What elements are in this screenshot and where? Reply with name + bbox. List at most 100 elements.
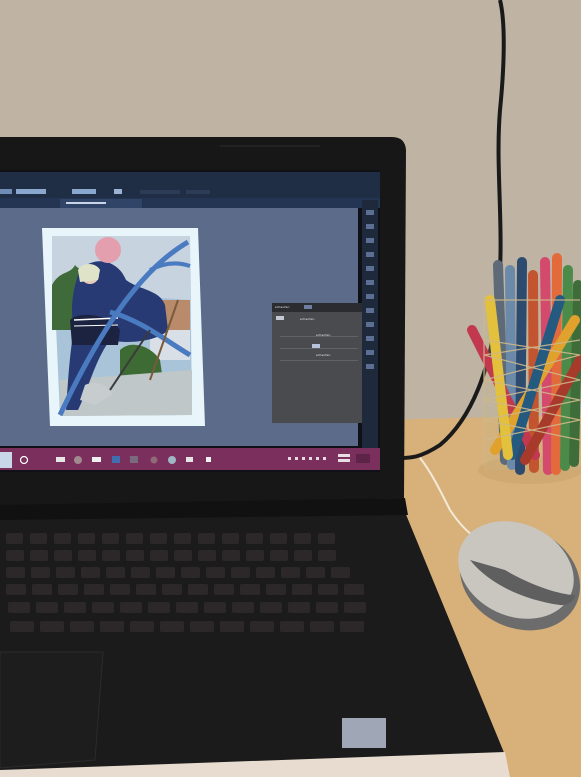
keyboard-key[interactable]: [294, 533, 311, 544]
keyboard-key[interactable]: [150, 550, 168, 561]
keyboard-key[interactable]: [130, 621, 154, 632]
keyboard-key[interactable]: [190, 621, 214, 632]
keyboard-key[interactable]: [310, 621, 334, 632]
keyboard-key[interactable]: [56, 567, 75, 578]
keyboard-key[interactable]: [32, 584, 52, 595]
keyboard-key[interactable]: [294, 550, 312, 561]
keyboard-key[interactable]: [84, 584, 104, 595]
keyboard-key[interactable]: [102, 550, 120, 561]
keyboard-key[interactable]: [6, 584, 26, 595]
keyboard-key[interactable]: [344, 584, 364, 595]
keyboard-key[interactable]: [231, 567, 250, 578]
keyboard-key[interactable]: [148, 602, 170, 613]
start-icon[interactable]: [0, 452, 12, 468]
keyboard-key[interactable]: [206, 567, 225, 578]
keyboard-key[interactable]: [126, 533, 143, 544]
keyboard-key[interactable]: [188, 584, 208, 595]
keyboard-key[interactable]: [6, 567, 25, 578]
keyboard-key[interactable]: [270, 550, 288, 561]
keyboard-key[interactable]: [340, 621, 364, 632]
tool-icon[interactable]: [366, 210, 374, 215]
keyboard-key[interactable]: [240, 584, 260, 595]
keyboard-key[interactable]: [220, 621, 244, 632]
keyboard-key[interactable]: [344, 602, 366, 613]
panel-row-label-2: schaufen: [316, 353, 331, 357]
keyboard-key[interactable]: [162, 584, 182, 595]
tool-icon[interactable]: [366, 336, 374, 341]
tool-icon[interactable]: [366, 280, 374, 285]
keyboard-key[interactable]: [204, 602, 226, 613]
keyboard-key[interactable]: [6, 550, 24, 561]
photo-document[interactable]: [42, 228, 205, 426]
keyboard-key[interactable]: [174, 550, 192, 561]
keyboard-key[interactable]: [174, 533, 191, 544]
tool-icon[interactable]: [366, 364, 374, 369]
keyboard-key[interactable]: [232, 602, 254, 613]
touchpad[interactable]: [0, 651, 104, 769]
keyboard-key[interactable]: [64, 602, 86, 613]
keyboard-key[interactable]: [81, 567, 100, 578]
keyboard-key[interactable]: [246, 550, 264, 561]
keyboard-key[interactable]: [156, 567, 175, 578]
keyboard-key[interactable]: [30, 533, 47, 544]
keyboard-key[interactable]: [222, 533, 239, 544]
tool-icon[interactable]: [366, 224, 374, 229]
keyboard-key[interactable]: [106, 567, 125, 578]
keyboard-key[interactable]: [318, 550, 336, 561]
keyboard-key[interactable]: [198, 533, 215, 544]
keyboard-key[interactable]: [92, 602, 114, 613]
tool-icon[interactable]: [366, 308, 374, 313]
keyboard-key[interactable]: [331, 567, 350, 578]
keyboard-key[interactable]: [222, 550, 240, 561]
keyboard-key[interactable]: [8, 602, 30, 613]
keyboard-key[interactable]: [198, 550, 216, 561]
keyboard-key[interactable]: [250, 621, 274, 632]
tool-icon[interactable]: [366, 322, 374, 327]
keyboard-key[interactable]: [246, 533, 263, 544]
keyboard-key[interactable]: [214, 584, 234, 595]
keyboard-key[interactable]: [260, 602, 282, 613]
keyboard-key[interactable]: [36, 602, 58, 613]
keyboard-key[interactable]: [54, 550, 72, 561]
keyboard-key[interactable]: [40, 621, 64, 632]
keyboard-key[interactable]: [131, 567, 150, 578]
keyboard-key[interactable]: [318, 584, 338, 595]
tool-icon[interactable]: [366, 294, 374, 299]
keyboard-key[interactable]: [31, 567, 50, 578]
keyboard-key[interactable]: [256, 567, 275, 578]
keyboard-key[interactable]: [110, 584, 130, 595]
keyboard-key[interactable]: [292, 584, 312, 595]
sticker: [342, 718, 386, 748]
keyboard-key[interactable]: [306, 567, 325, 578]
keyboard-key[interactable]: [288, 602, 310, 613]
keyboard-key[interactable]: [126, 550, 144, 561]
keyboard-key[interactable]: [281, 567, 300, 578]
keyboard-key[interactable]: [318, 533, 335, 544]
keyboard-key[interactable]: [10, 621, 34, 632]
tool-icon[interactable]: [366, 238, 374, 243]
keyboard-key[interactable]: [6, 533, 23, 544]
keyboard-key[interactable]: [280, 621, 304, 632]
keyboard-key[interactable]: [100, 621, 124, 632]
keyboard-key[interactable]: [270, 533, 287, 544]
keyboard-key[interactable]: [136, 584, 156, 595]
keyboard-key[interactable]: [316, 602, 338, 613]
panel-heading: schaufen: [300, 317, 315, 321]
keyboard-key[interactable]: [70, 621, 94, 632]
tool-icon[interactable]: [366, 350, 374, 355]
tool-icon[interactable]: [366, 252, 374, 257]
keyboard-key[interactable]: [54, 533, 71, 544]
keyboard-key[interactable]: [120, 602, 142, 613]
keyboard-key[interactable]: [181, 567, 200, 578]
keyboard-key[interactable]: [78, 550, 96, 561]
keyboard-key[interactable]: [150, 533, 167, 544]
keyboard-key[interactable]: [176, 602, 198, 613]
keyboard-key[interactable]: [160, 621, 184, 632]
keyboard-key[interactable]: [102, 533, 119, 544]
keyboard-key[interactable]: [78, 533, 95, 544]
keyboard-key[interactable]: [30, 550, 48, 561]
keyboard-key[interactable]: [58, 584, 78, 595]
tool-icon[interactable]: [366, 266, 374, 271]
keyboard-key[interactable]: [266, 584, 286, 595]
properties-panel[interactable]: [272, 303, 362, 423]
